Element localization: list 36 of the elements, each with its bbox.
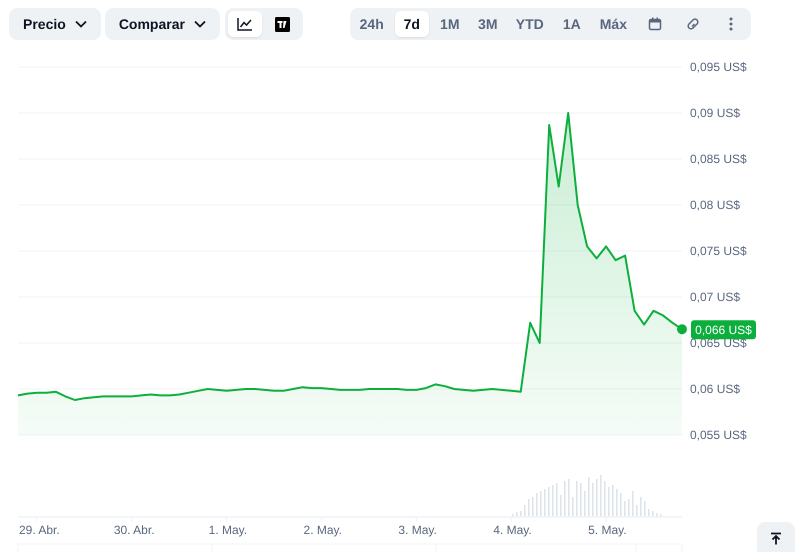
axis-label: 1. May.	[208, 523, 248, 537]
dropdown-button[interactable]: Precio	[9, 8, 101, 40]
price-badge: 0,066 US$	[691, 320, 756, 340]
link-icon	[685, 17, 701, 31]
range-tab[interactable]: 1A	[554, 11, 589, 37]
scroll-to-top-button[interactable]	[757, 522, 795, 552]
line-chart-button[interactable]	[228, 11, 262, 37]
axis-label: 0,075 US$	[690, 244, 747, 258]
axis-label: 0,08 US$	[690, 198, 740, 212]
arrow-up-icon	[770, 532, 782, 544]
axis-label: 0,095 US$	[690, 60, 747, 74]
axis-label: 0,09 US$	[690, 106, 740, 120]
current-price-dot	[677, 324, 687, 334]
range-tab[interactable]: YTD	[508, 11, 551, 37]
axis-label: 4. May.	[493, 523, 532, 537]
chevron-down-icon	[194, 20, 206, 28]
dropdown-button[interactable]: Comparar	[104, 8, 220, 40]
axis-label: 0,07 US$	[690, 290, 740, 304]
range-tab[interactable]: 24h	[352, 11, 391, 37]
axis-label: 2. May.	[304, 523, 342, 537]
range-tab[interactable]: 3M	[470, 11, 505, 37]
chart-logo-icon	[275, 16, 290, 32]
axis-label: 30. Abr.	[114, 523, 155, 537]
more-vertical-icon	[729, 17, 733, 31]
range-tab[interactable]: 1M	[432, 11, 467, 37]
calendar-icon	[648, 17, 662, 31]
axis-label: 3. May.	[398, 523, 437, 537]
line-chart-icon	[236, 17, 253, 31]
chevron-down-icon	[74, 20, 87, 28]
axis-label: 29. Abr.	[18, 523, 60, 537]
axis-label: 0,06 US$	[690, 382, 740, 396]
axis-label: 0,055 US$	[690, 428, 747, 442]
axis-label: 5. May.	[588, 523, 627, 537]
range-tab[interactable]: Máx	[592, 11, 634, 37]
axis-label: 0,085 US$	[690, 152, 747, 166]
range-tab[interactable]: 7d	[394, 11, 429, 37]
